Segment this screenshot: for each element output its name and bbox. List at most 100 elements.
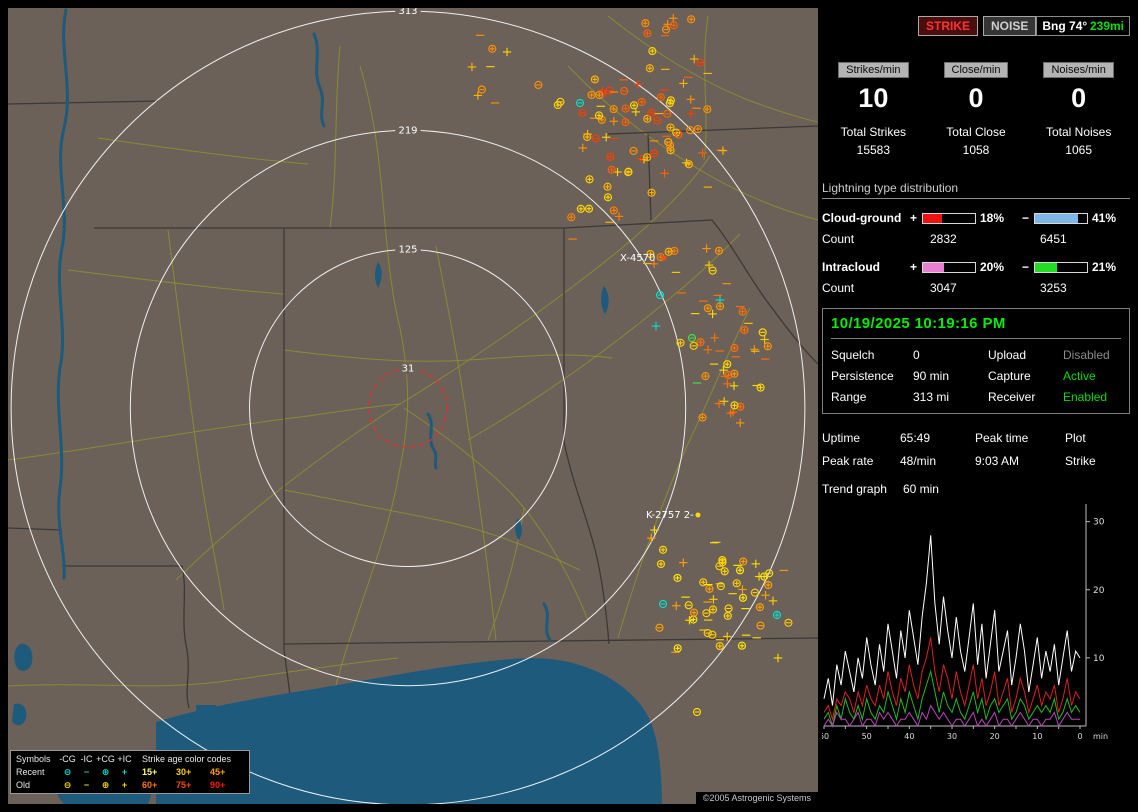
range-label: Range <box>831 390 913 404</box>
uptime-value: 65:49 <box>900 431 975 445</box>
copyright-label: ©2005 Astrogenic Systems <box>696 792 818 804</box>
svg-text:min: min <box>1093 732 1108 741</box>
intracloud-label: Intracloud <box>822 260 910 274</box>
legend-col-header: +IC <box>115 753 134 765</box>
ic-negative-count: 3253 <box>1040 281 1130 295</box>
legend-col-header: -IC <box>77 753 96 765</box>
bearing-range: 239mi <box>1090 19 1124 33</box>
age-code: 15+ <box>142 766 176 778</box>
trend-graph-row: Trend graph 60 min <box>822 482 1130 496</box>
plus-sign: + <box>910 211 922 225</box>
persistence-label: Persistence <box>831 369 913 383</box>
trend-graph-chart: 1020306050403020100min <box>822 502 1124 754</box>
range-value: 313 mi <box>913 390 988 404</box>
legend-row-label: Old <box>16 779 58 791</box>
upload-label: Upload <box>988 348 1063 362</box>
peak-rate-value: 48/min <box>900 454 975 468</box>
rate-column: Noises/min 0 Total Noises 1065 <box>1027 60 1130 157</box>
rate-column: Strikes/min 10 Total Strikes 15583 <box>822 60 925 157</box>
svg-text:313: 313 <box>398 8 417 17</box>
count-row: Count 2832 6451 <box>822 232 1130 246</box>
cg-positive-count: 2832 <box>930 232 1040 246</box>
legend-age-codes: Strike age color codes 15+ 30+ 45+ 60+ 7… <box>142 753 244 791</box>
close-per-min-value: 0 <box>925 83 1028 114</box>
svg-text:0: 0 <box>1077 732 1082 741</box>
circle-plus-icon: ⊕ <box>96 766 115 778</box>
minus-sign: − <box>1022 211 1034 225</box>
rate-column: Close/min 0 Total Close 1058 <box>925 60 1028 157</box>
cg-negative-count: 6451 <box>1040 232 1130 246</box>
svg-text:31: 31 <box>402 364 415 375</box>
capture-value: Active <box>1063 369 1121 383</box>
close-per-min-chip: Close/min <box>944 62 1009 78</box>
datetime-display: 10/19/2025 10:19:16 PM <box>831 315 1121 339</box>
trend-graph-label: Trend graph <box>822 482 887 496</box>
svg-text:50: 50 <box>862 732 872 741</box>
peak-rate-label: Peak rate <box>822 454 900 468</box>
indicator-row: STRIKE NOISE Bng 74° 239mi <box>822 16 1130 36</box>
strikes-per-min-chip: Strikes/min <box>838 62 908 78</box>
svg-text:K-2757 2-: K-2757 2- <box>646 510 694 521</box>
strikes-per-min-value: 10 <box>822 83 925 114</box>
svg-text:219: 219 <box>398 125 417 136</box>
age-code: 45+ <box>210 766 244 778</box>
total-close-label: Total Close <box>925 125 1028 139</box>
svg-text:30: 30 <box>947 732 957 741</box>
age-code: 90+ <box>210 779 244 791</box>
svg-text:30: 30 <box>1093 518 1105 528</box>
app-window: X-4570K-2757 2-31321912531 Symbols -CG -… <box>0 0 1138 812</box>
minus-sign: − <box>1022 260 1034 274</box>
uptime-label: Uptime <box>822 431 900 445</box>
ic-positive-count: 3047 <box>930 281 1040 295</box>
receiver-value: Enabled <box>1063 390 1121 404</box>
plus-sign: + <box>910 260 922 274</box>
ic-positive-pct: 20% <box>980 260 1022 274</box>
legend-symbol-table: Symbols -CG -IC +CG +IC Recent ⊖ − ⊕ + O… <box>16 753 134 791</box>
upload-value: Disabled <box>1063 348 1121 362</box>
plot-label: Plot <box>1065 431 1130 445</box>
age-code: 60+ <box>142 779 176 791</box>
cg-positive-pct: 18% <box>980 211 1022 225</box>
status-box: 10/19/2025 10:19:16 PM Squelch 0 Upload … <box>822 308 1130 414</box>
plus-icon: + <box>115 779 134 791</box>
cloud-ground-label: Cloud-ground <box>822 211 910 225</box>
status-grid: Squelch 0 Upload Disabled Persistence 90… <box>831 348 1121 404</box>
noises-per-min-chip: Noises/min <box>1043 62 1113 78</box>
count-label: Count <box>822 232 930 246</box>
noise-indicator-button[interactable]: NOISE <box>983 16 1036 36</box>
count-label: Count <box>822 281 930 295</box>
distribution-title: Lightning type distribution <box>822 181 1130 199</box>
age-code: 30+ <box>176 766 210 778</box>
circle-plus-icon: ⊕ <box>96 779 115 791</box>
legend-row-label: Recent <box>16 766 58 778</box>
squelch-label: Squelch <box>831 348 913 362</box>
map-legend: Symbols -CG -IC +CG +IC Recent ⊖ − ⊕ + O… <box>10 750 250 794</box>
svg-text:40: 40 <box>904 732 914 741</box>
svg-text:125: 125 <box>398 245 417 256</box>
persistence-value: 90 min <box>913 369 988 383</box>
lightning-map[interactable]: X-4570K-2757 2-31321912531 <box>8 8 818 804</box>
circle-minus-icon: ⊖ <box>58 779 77 791</box>
total-noises-label: Total Noises <box>1027 125 1130 139</box>
ic-negative-pct: 21% <box>1092 260 1130 274</box>
strike-indicator-button[interactable]: STRIKE <box>918 16 978 36</box>
rates-section: Strikes/min 10 Total Strikes 15583 Close… <box>822 60 1130 157</box>
ic-negative-bar <box>1034 262 1088 273</box>
legend-col-header: +CG <box>96 753 115 765</box>
bearing-display: Bng 74° 239mi <box>1036 16 1130 36</box>
total-strikes-label: Total Strikes <box>822 125 925 139</box>
cg-positive-bar <box>922 213 976 224</box>
total-noises-value: 1065 <box>1027 143 1130 157</box>
legend-age-title: Strike age color codes <box>142 753 244 765</box>
cg-negative-pct: 41% <box>1092 211 1130 225</box>
svg-text:10: 10 <box>1032 732 1042 741</box>
minus-icon: − <box>77 766 96 778</box>
svg-text:20: 20 <box>990 732 1000 741</box>
peak-time-label: Peak time <box>975 431 1065 445</box>
bearing-value: Bng 74° <box>1042 19 1087 33</box>
age-code: 75+ <box>176 779 210 791</box>
minus-icon: − <box>77 779 96 791</box>
squelch-value: 0 <box>913 348 988 362</box>
svg-text:20: 20 <box>1093 586 1105 596</box>
total-close-value: 1058 <box>925 143 1028 157</box>
